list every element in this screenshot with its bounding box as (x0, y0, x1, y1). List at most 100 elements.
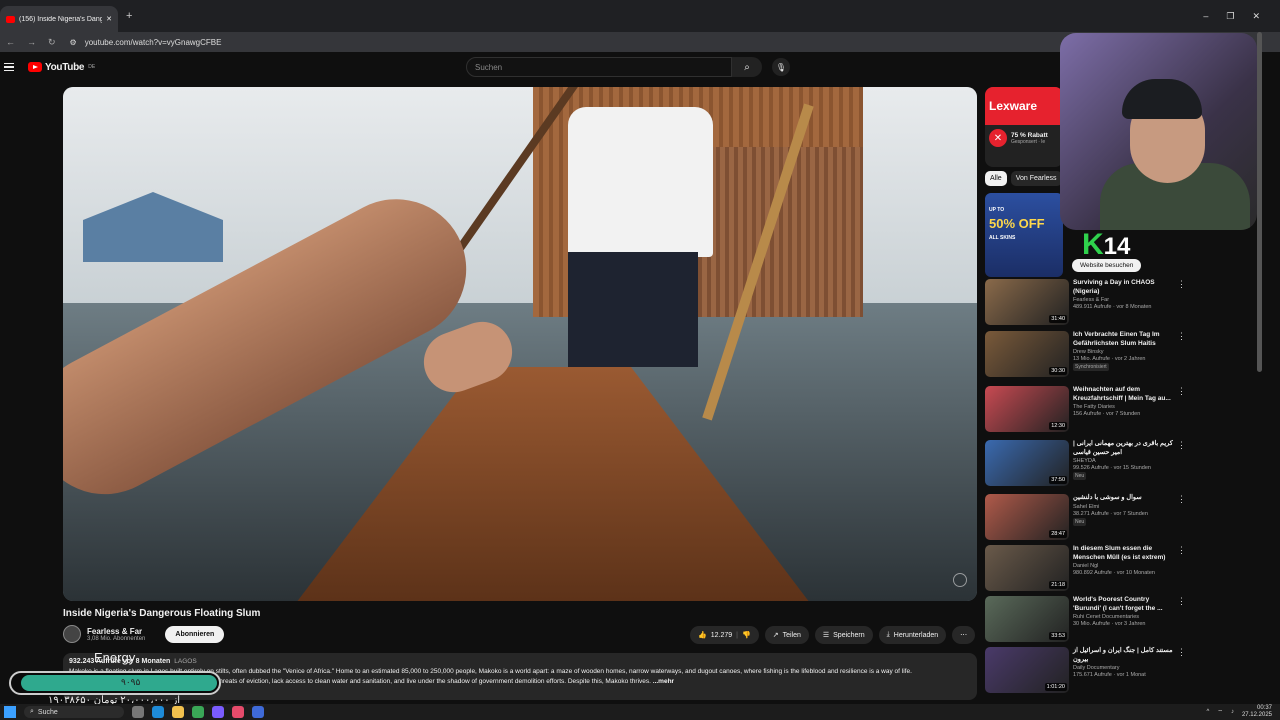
recommended-meta: 175.671 Aufrufe · vor 1 Monat (1073, 672, 1146, 678)
video-thumbnail[interactable]: 37:50 (985, 440, 1069, 486)
promo-banner[interactable]: UP TO 50% OFF ALL SKINS (985, 193, 1063, 277)
more-options-icon[interactable]: ⋮ (1177, 386, 1186, 434)
video-duration: 12:30 (1049, 422, 1067, 430)
more-options-icon[interactable]: ⋮ (1177, 545, 1186, 593)
video-thumbnail[interactable]: 28:47 (985, 494, 1069, 540)
more-options-icon[interactable]: ⋮ (1177, 596, 1186, 644)
video-thumbnail[interactable]: 33:53 (985, 596, 1069, 642)
recommended-channel[interactable]: Daily Documentary (1073, 665, 1173, 671)
recommended-title[interactable]: کریم باقری در بهترین مهمانی ایرانی | امی… (1073, 440, 1173, 457)
search-icon: ⌕ (744, 61, 750, 73)
maximize-button[interactable]: ❐ (1226, 11, 1234, 22)
edge-icon[interactable] (152, 706, 164, 718)
recommended-title[interactable]: World's Poorest Country 'Burundi' (I can… (1073, 596, 1173, 613)
recommended-channel[interactable]: Daniel Ngl (1073, 563, 1173, 569)
more-options-icon[interactable]: ⋮ (1177, 440, 1186, 488)
show-more-link[interactable]: ...mehr (653, 678, 674, 685)
page-scrollbar[interactable] (1257, 32, 1262, 372)
more-options-icon[interactable]: ⋮ (1177, 647, 1186, 695)
recommended-video[interactable]: 28:47 سوال و سوشی با دلنشین Sahel Elmi 38.2… (985, 494, 1186, 542)
search-input[interactable]: Suchen (466, 57, 732, 77)
site-info-icon[interactable]: ⚙ (70, 38, 77, 47)
video-duration: 28:47 (1049, 530, 1067, 538)
tray-chevron-icon[interactable]: ^ (1207, 709, 1210, 715)
video-thumbnail[interactable]: 31:40 (985, 279, 1069, 325)
youtube-logo[interactable]: YouTube DE (28, 62, 95, 73)
channel-watermark-icon[interactable] (953, 573, 967, 587)
youtube-play-icon (28, 62, 42, 72)
video-thumbnail[interactable]: 12:30 (985, 386, 1069, 432)
recommended-channel[interactable]: Ruhi Cenet Documentaries (1073, 614, 1173, 620)
visit-website-button[interactable]: Website besuchen (1072, 259, 1142, 272)
recommended-video[interactable]: 37:50 کریم باقری در بهترین مهمانی ایرانی … (985, 440, 1186, 488)
subscribe-button[interactable]: Abonnieren (165, 625, 225, 643)
file-explorer-icon[interactable] (172, 706, 184, 718)
search-button[interactable]: ⌕ (732, 57, 762, 77)
chrome-icon[interactable] (192, 706, 204, 718)
webcam-person-cap (1122, 79, 1202, 119)
close-window-button[interactable]: ✕ (1252, 11, 1260, 22)
reload-icon[interactable]: ↻ (48, 37, 56, 48)
recommended-channel[interactable]: SHEYDA (1073, 458, 1173, 464)
chip-all[interactable]: Alle (985, 171, 1007, 186)
video-player[interactable] (63, 87, 977, 601)
clock[interactable]: 00:37 27.12.2025 (1242, 705, 1272, 719)
forward-icon[interactable]: → (27, 37, 36, 48)
save-button[interactable]: ☰ Speichern (814, 626, 873, 644)
energy-bar-fill (21, 675, 217, 691)
location-tag[interactable]: LAGOS (174, 658, 196, 665)
recommended-title[interactable]: Surviving a Day in CHAOS (Nigeria) (1073, 279, 1173, 296)
recommended-title[interactable]: In diesem Slum essen die Menschen Müll (… (1073, 545, 1173, 562)
recommended-title[interactable]: سوال و سوشی با دلنشین (1073, 494, 1173, 503)
recommended-video[interactable]: 31:40 Surviving a Day in CHAOS (Nigeria) F… (985, 279, 1186, 327)
more-options-icon[interactable]: ⋮ (1177, 279, 1186, 327)
recommended-video[interactable]: 1:01:20 مستند کامل | جنگ ایران و اسرائیل … (985, 647, 1186, 695)
recommended-video[interactable]: 33:53 World's Poorest Country 'Burundi' (… (985, 596, 1186, 644)
recommended-channel[interactable]: Drew Binsky (1073, 349, 1173, 355)
new-tab-button[interactable]: + (126, 10, 132, 22)
download-label: Herunterladen (893, 631, 939, 639)
url-field[interactable]: ⚙ youtube.com/watch?v=vyGnawgCFBE (70, 38, 222, 47)
app-icon[interactable] (232, 706, 244, 718)
minimize-button[interactable]: – (1203, 11, 1208, 21)
back-icon[interactable]: ← (6, 37, 15, 48)
tab-close-icon[interactable]: ✕ (106, 15, 112, 23)
app-icon[interactable] (252, 706, 264, 718)
more-options-icon[interactable]: ⋮ (1177, 494, 1186, 542)
video-thumbnail[interactable]: 30:30 (985, 331, 1069, 377)
video-scene-person-shirt (568, 107, 713, 257)
channel-avatar[interactable] (63, 625, 81, 643)
sponsored-ad[interactable]: Lexware ✕ 75 % Rabatt Gesponsert · le (985, 87, 1063, 167)
task-view-icon[interactable] (132, 706, 144, 718)
channel-name[interactable]: Fearless & Far (87, 627, 145, 636)
more-actions-button[interactable]: ⋯ (952, 626, 976, 644)
download-button[interactable]: ⤓ Herunterladen (878, 626, 947, 644)
recommended-title[interactable]: مستند کامل | جنگ ایران و اسرائیل از بیرو… (1073, 647, 1173, 664)
video-thumbnail[interactable]: 1:01:20 (985, 647, 1069, 693)
video-thumbnail[interactable]: 21:18 (985, 545, 1069, 591)
recommended-channel[interactable]: Sahel Elmi (1073, 504, 1173, 510)
discord-icon[interactable] (212, 706, 224, 718)
taskbar-search[interactable]: ⌕ Suche (24, 706, 124, 718)
chip-from-channel[interactable]: Von Fearless (1010, 171, 1062, 186)
recommended-title[interactable]: Ich Verbrachte Einen Tag Im Gefährlichst… (1073, 331, 1173, 348)
volume-icon[interactable]: ♪ (1231, 709, 1234, 715)
share-button[interactable]: ↗ Teilen (764, 626, 809, 644)
thumbs-down-icon[interactable]: 👎 (742, 631, 751, 639)
promo-line3: ALL SKINS (989, 235, 1016, 241)
recommended-video[interactable]: 21:18 In diesem Slum essen die Menschen M… (985, 545, 1186, 593)
recommended-video[interactable]: 12:30 Weihnachten auf dem Kreuzfahrtschif… (985, 386, 1186, 434)
recommended-channel[interactable]: The Fatty Diaries (1073, 404, 1173, 410)
hamburger-menu-icon[interactable] (4, 62, 14, 72)
windows-start-icon[interactable] (4, 706, 16, 718)
more-options-icon[interactable]: ⋮ (1177, 331, 1186, 379)
browser-tab[interactable]: (156) Inside Nigeria's Danger ✕ (0, 6, 118, 32)
network-icon[interactable]: ⌔ (1217, 708, 1223, 716)
voice-search-button[interactable]: 🎙 (772, 58, 790, 76)
recommended-title[interactable]: Weihnachten auf dem Kreuzfahrtschiff | M… (1073, 386, 1173, 403)
recommended-meta: 13 Mio. Aufrufe · vor 2 Jahren (1073, 356, 1146, 362)
recommended-channel[interactable]: Fearless & Far (1073, 297, 1173, 303)
like-button[interactable]: 👍 12.279 | 👎 (690, 626, 759, 644)
taskbar-search-label: Suche (37, 708, 58, 716)
recommended-video[interactable]: 30:30 Ich Verbrachte Einen Tag Im Gefährl… (985, 331, 1186, 379)
